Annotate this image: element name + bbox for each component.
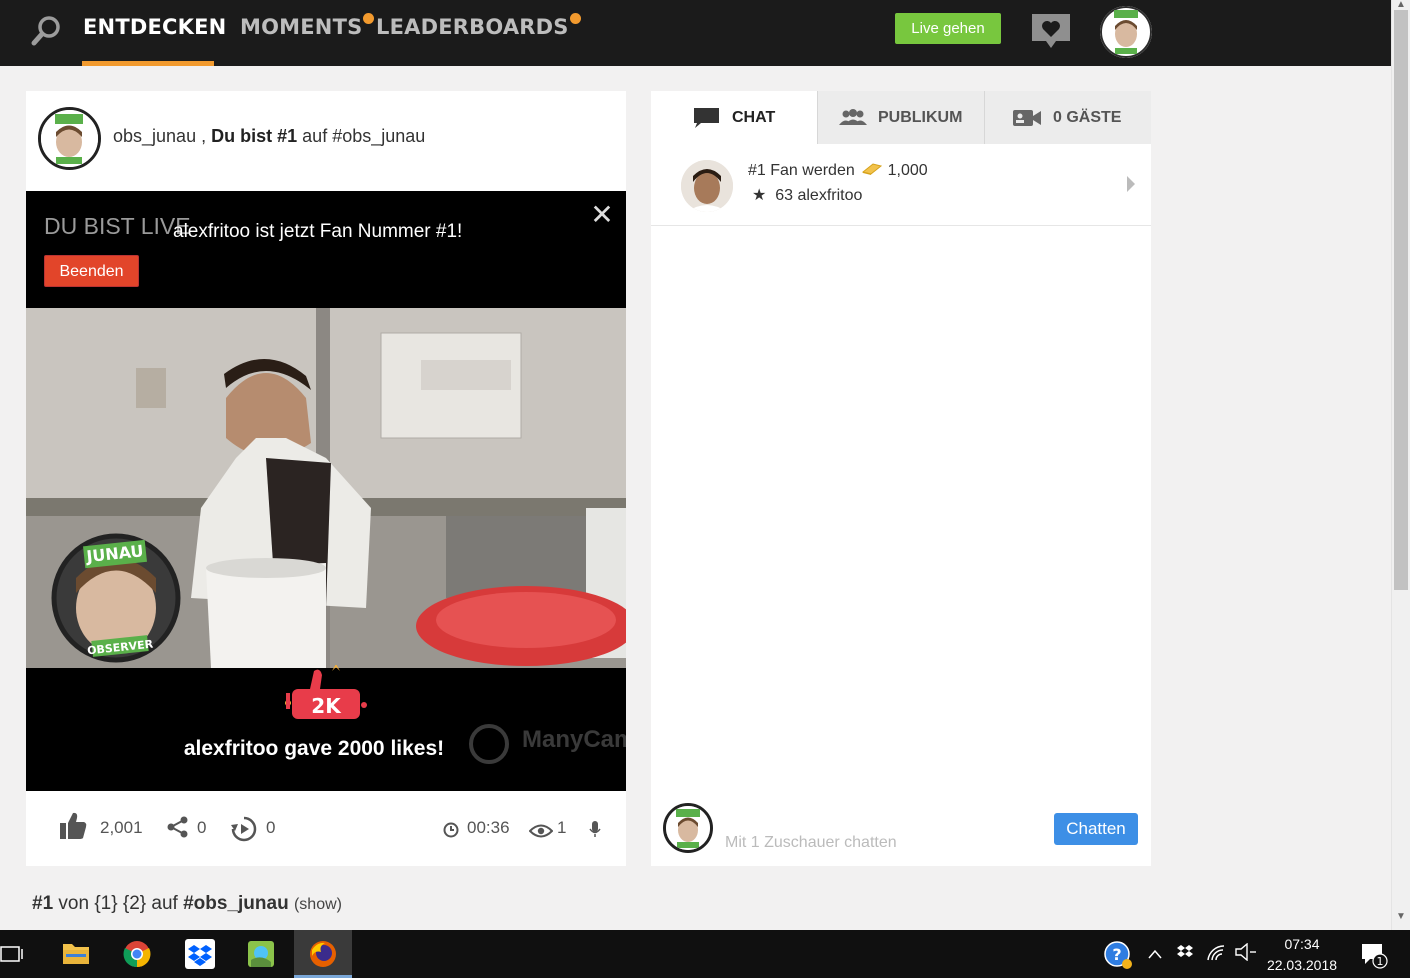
fan-name-score: 63 alexfritoo [775, 187, 863, 204]
heart-chat-icon[interactable] [1030, 12, 1072, 50]
chevron-right-icon [1127, 176, 1135, 192]
thumbs-up-icon [60, 812, 87, 839]
viewer-count: 1 [557, 818, 567, 837]
speaker-icon[interactable] [1235, 942, 1257, 965]
maps-icon[interactable] [232, 930, 290, 978]
rank-info-line: #1 von {1} {2} auf #obs_junau (show) [32, 893, 342, 915]
replay-button[interactable] [230, 816, 258, 842]
post-hashtag[interactable]: #obs_junau [332, 126, 425, 146]
file-explorer-icon[interactable] [46, 930, 104, 978]
share-icon [167, 816, 188, 838]
top-navigation-bar: ENTDECKEN MOMENTS LEADERBOARDS Live gehe… [0, 0, 1391, 66]
send-chat-button[interactable]: Chatten [1054, 813, 1138, 845]
tab-publikum-label: PUBLIKUM [878, 109, 963, 126]
moments-notification-dot [363, 13, 375, 24]
fan-notification: alexfritoo ist jetzt Fan Nummer #1! [173, 221, 463, 242]
microphone-icon[interactable] [589, 818, 601, 838]
close-icon[interactable]: ✕ [590, 201, 614, 229]
eye-icon [528, 820, 554, 840]
dropbox-tray-icon[interactable] [1176, 944, 1194, 966]
live-video-player[interactable]: DU BIST LIVE alexfritoo ist jetzt Fan Nu… [26, 191, 626, 791]
avatar-image [41, 110, 98, 167]
live-status-label: DU BIST LIVE [44, 213, 191, 239]
help-icon[interactable]: ? [1103, 940, 1133, 969]
notification-center-icon[interactable]: 1 [1360, 942, 1390, 969]
fan-promo-line: #1 Fan werden 1,000 [748, 162, 928, 180]
share-button[interactable] [167, 816, 189, 838]
firefox-icon[interactable] [294, 930, 352, 978]
end-broadcast-button[interactable]: Beenden [44, 255, 139, 287]
clock-icon [443, 819, 459, 839]
star-icon: ★ [752, 187, 767, 204]
post-title: obs_junau , Du bist #1 auf #obs_junau [113, 126, 425, 147]
avatar-image [1100, 6, 1152, 58]
top-fan-row[interactable]: #1 Fan werden 1,000 ★ 63 alexfritoo [651, 144, 1151, 226]
thumbs-up-likes-icon: 2K [285, 665, 367, 719]
tab-gaeste[interactable]: 0 GÄSTE [985, 91, 1151, 144]
likes-message: alexfritoo gave 2000 likes! [183, 737, 445, 760]
post-separator: , [201, 126, 207, 146]
show-link[interactable]: (show) [294, 896, 342, 913]
scroll-thumb[interactable] [1394, 10, 1408, 590]
chrome-icon[interactable] [108, 930, 166, 978]
chat-panel: CHAT PUBLIKUM 0 GÄSTE #1 Fan werden 1,00… [651, 91, 1151, 866]
user-avatar[interactable] [1100, 6, 1152, 58]
clock-time: 07:34 [1284, 936, 1320, 952]
post-username[interactable]: obs_junau [113, 126, 196, 146]
tab-moments-label: MOMENTS [240, 15, 363, 39]
rank-number: #1 [32, 893, 54, 914]
tab-moments[interactable]: MOMENTS [240, 13, 375, 39]
coin-cost: 1,000 [887, 162, 928, 179]
system-clock[interactable]: 07:34 22.03.2018 [1262, 934, 1342, 976]
broadcast-duration: 00:36 [467, 818, 510, 837]
rank-hashtag[interactable]: #obs_junau [183, 893, 289, 914]
rank-von-text: von {1} {2} auf [58, 893, 178, 914]
video-camera-icon [1013, 110, 1041, 126]
broadcaster-avatar[interactable] [38, 107, 101, 170]
go-live-button[interactable]: Live gehen [895, 13, 1001, 44]
post-on-text: auf [302, 126, 328, 146]
video-feed: JUNAU OBSERVER [26, 308, 626, 668]
chat-panel-tabs: CHAT PUBLIKUM 0 GÄSTE [651, 91, 1151, 144]
search-icon[interactable] [30, 14, 64, 48]
leaderboards-notification-dot [569, 13, 581, 24]
replay-icon [231, 816, 257, 842]
tab-entdecken[interactable]: ENTDECKEN [83, 15, 226, 39]
like-button[interactable] [59, 811, 87, 841]
audience-icon [839, 109, 867, 125]
scroll-up-icon[interactable]: ▲ [1395, 0, 1407, 10]
windows-taskbar: ? 07:34 22.03.2018 1 [0, 930, 1410, 978]
tab-gaeste-label: 0 GÄSTE [1053, 109, 1122, 126]
dropbox-icon[interactable] [170, 930, 228, 978]
broadcast-card: obs_junau , Du bist #1 auf #obs_junau DU… [26, 91, 626, 866]
scroll-down-icon[interactable]: ▼ [1395, 912, 1407, 922]
replays-count: 0 [266, 818, 276, 837]
tab-leaderboards-label: LEADERBOARDS [376, 15, 569, 39]
notification-count: 1 [1377, 955, 1384, 968]
chevron-up-icon[interactable] [1148, 946, 1162, 968]
svg-text:?: ? [1112, 945, 1121, 964]
page-scrollbar[interactable]: ▲ ▼ [1391, 0, 1410, 930]
task-view-icon[interactable] [0, 930, 40, 978]
likes-badge-text: 2K [311, 694, 342, 718]
post-rank: Du bist #1 [211, 126, 298, 146]
tab-publikum[interactable]: PUBLIKUM [818, 91, 984, 144]
chat-message-input[interactable] [725, 831, 1045, 855]
become-fan-text: #1 Fan werden [748, 162, 855, 179]
wifi-icon[interactable] [1206, 944, 1226, 966]
fan-avatar [681, 160, 733, 212]
likes-count: 2,001 [100, 818, 143, 837]
tab-chat[interactable]: CHAT [651, 91, 817, 144]
active-tab-indicator [82, 61, 214, 66]
tab-leaderboards[interactable]: LEADERBOARDS [376, 13, 581, 39]
clock-date: 22.03.2018 [1266, 957, 1338, 973]
fan-stats-line: ★ 63 alexfritoo [752, 185, 862, 205]
broadcast-stats-bar: 2,001 0 0 00:36 1 [26, 791, 626, 866]
chat-user-avatar [663, 803, 713, 853]
shares-count: 0 [197, 818, 207, 837]
chat-bubble-icon [694, 108, 719, 128]
tab-chat-label: CHAT [732, 109, 776, 126]
gold-coins-icon [862, 163, 883, 175]
